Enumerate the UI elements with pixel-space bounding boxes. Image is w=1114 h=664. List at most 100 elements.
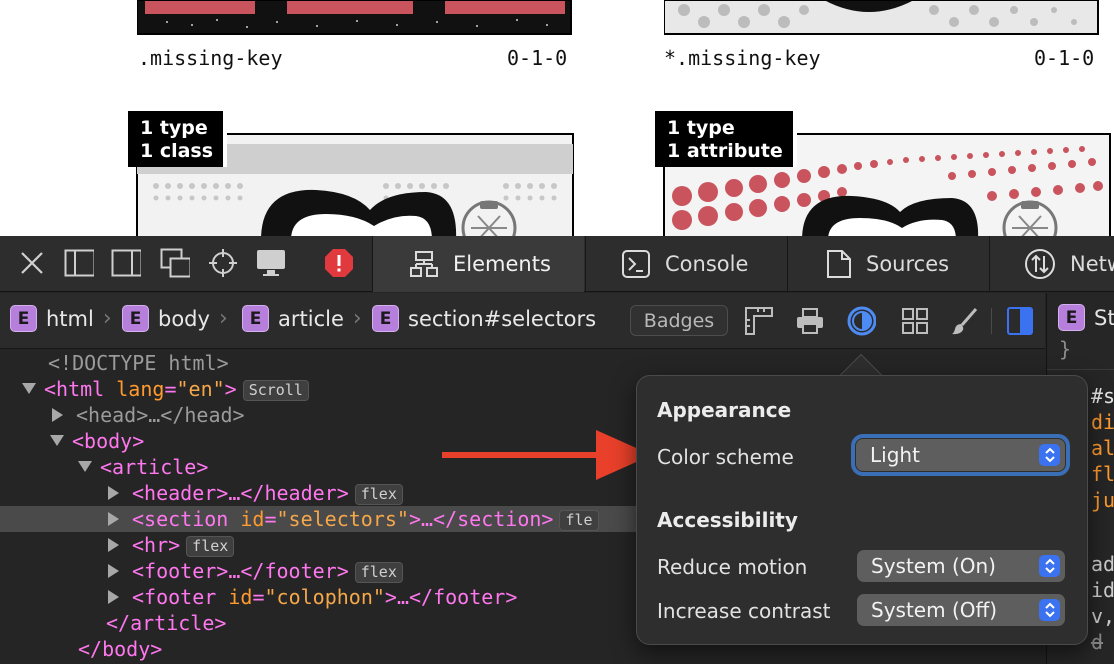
select-value: System (On) (871, 554, 996, 578)
element-badge-icon: E (372, 305, 399, 332)
breadcrumb-item-html[interactable]: E html › (10, 305, 122, 332)
dom-node-footer-colophon[interactable]: <footer id="colophon">…</footer> (0, 584, 660, 610)
style-rule[interactable]: ad id v, d (1091, 551, 1114, 655)
print-icon[interactable] (795, 306, 825, 336)
flex-badge[interactable]: flex (354, 484, 403, 505)
inspector-tab-bar: Elements Console Sources Netw (0, 236, 1114, 292)
grid-overlay-icon[interactable] (900, 306, 930, 336)
badges-button[interactable]: Badges (630, 305, 728, 336)
node-tag: >…</footer> (384, 585, 518, 609)
tab-console[interactable]: Console (585, 236, 787, 292)
rule-property: v, (1091, 604, 1114, 628)
breadcrumb-item-body[interactable]: E body › (122, 305, 238, 332)
color-scheme-select[interactable]: Light (851, 434, 1070, 476)
chevron-updown-icon (1039, 555, 1060, 577)
close-icon[interactable] (17, 248, 47, 278)
divider (1047, 369, 1114, 370)
rule-property: fl (1091, 462, 1114, 486)
card-selector-label: *.missing-key (664, 46, 821, 70)
dom-node-head[interactable]: <head>…</head> (0, 402, 660, 428)
rule-property: d (1091, 630, 1104, 654)
rule-property: al (1091, 436, 1114, 460)
disclosure-closed-icon[interactable] (108, 512, 119, 526)
tab-network[interactable]: Netw (989, 236, 1114, 292)
increase-contrast-select[interactable]: System (Off) (857, 594, 1065, 626)
paintbrush-icon[interactable] (950, 306, 980, 336)
dom-node-hr[interactable]: <hr> flex (0, 532, 660, 558)
element-picker-icon[interactable] (208, 248, 238, 278)
dom-node-article-close[interactable]: </article> (0, 610, 660, 636)
dom-node-html[interactable]: <html lang="en"> Scroll (0, 376, 660, 402)
node-tag: <article> (100, 455, 209, 479)
styles-sidebar-header[interactable]: E St (1058, 304, 1114, 331)
element-badge-icon: E (1058, 304, 1085, 331)
disclosure-open-icon[interactable] (22, 383, 36, 394)
element-badge-icon: E (122, 305, 149, 332)
specificity-badge: 1 type 1 attribute (655, 111, 797, 167)
breadcrumb-label: body (158, 306, 210, 331)
toolbar-divider (991, 308, 992, 334)
dom-node-footer[interactable]: <footer>…</footer> flex (0, 558, 660, 584)
scroll-badge[interactable]: Scroll (242, 380, 309, 401)
accessibility-heading: Accessibility (657, 508, 798, 532)
card-illustration (136, 0, 572, 35)
dock-right-icon[interactable] (111, 248, 141, 278)
badge-line: 1 attribute (667, 140, 783, 162)
flex-badge[interactable]: flex (186, 536, 235, 557)
flex-badge[interactable]: flex (354, 562, 403, 583)
reduce-motion-select[interactable]: System (On) (857, 550, 1065, 582)
card-specificity-score: 0-1-0 (507, 46, 568, 70)
node-attr: id (228, 585, 253, 609)
error-icon[interactable] (324, 248, 354, 278)
sidebar-tab-label: St (1094, 305, 1114, 330)
breadcrumb-label: html (46, 306, 94, 331)
disclosure-closed-icon[interactable] (108, 538, 119, 552)
disclosure-open-icon[interactable] (78, 461, 92, 472)
disclosure-closed-icon[interactable] (108, 486, 119, 500)
node-tag: <footer>…</footer> (132, 559, 349, 583)
element-badge-icon: E (242, 305, 269, 332)
tab-label: Sources (866, 252, 950, 276)
chevron-right-icon: › (352, 306, 362, 331)
dom-node-doctype[interactable]: <!DOCTYPE html> (0, 350, 660, 376)
select-value: Light (870, 443, 920, 467)
badge-line: 1 type (667, 117, 735, 139)
chevron-right-icon: › (102, 306, 112, 331)
card-universal-missing-key-image (663, 0, 1100, 36)
disclosure-closed-icon[interactable] (108, 564, 119, 578)
node-tag: >…</section> (408, 507, 554, 531)
flex-badge[interactable]: fle (559, 510, 599, 531)
disclosure-closed-icon[interactable] (52, 408, 63, 422)
detach-window-icon[interactable] (160, 248, 190, 278)
ruler-icon[interactable] (744, 306, 774, 336)
badge-line: 1 type (140, 117, 208, 139)
tab-sources[interactable]: Sources (787, 236, 989, 292)
tab-elements[interactable]: Elements (372, 236, 584, 292)
node-tag: </article> (106, 611, 227, 635)
details-sidebar-toggle-icon[interactable] (1005, 306, 1035, 336)
dom-node-header[interactable]: <header>…</header> flex (0, 480, 660, 506)
device-settings-icon[interactable] (255, 248, 285, 278)
appearance-icon[interactable] (846, 306, 876, 336)
disclosure-open-icon[interactable] (50, 435, 64, 446)
breadcrumb-label: section#selectors (408, 306, 597, 331)
appearance-heading: Appearance (657, 398, 792, 422)
disclosure-closed-icon[interactable] (108, 590, 119, 604)
node-text: <!DOCTYPE html> (48, 351, 229, 375)
node-attr-value: "colophon" (264, 585, 385, 609)
tab-label: Console (665, 252, 749, 276)
node-tag: <section (132, 507, 229, 531)
breadcrumb-item-section[interactable]: E section#selectors (372, 305, 596, 332)
chevron-right-icon: › (218, 306, 228, 331)
style-rule[interactable]: #s di al fl ju (1091, 383, 1114, 513)
card-missing-key-image (136, 0, 573, 36)
dom-node-section-selected[interactable]: <section id="selectors">…</section> fle (0, 506, 660, 532)
element-badge-icon: E (10, 305, 37, 332)
network-icon (1024, 248, 1056, 280)
rule-property: ad (1091, 552, 1114, 576)
breadcrumb-item-article[interactable]: E article › (242, 305, 372, 332)
dock-left-icon[interactable] (64, 248, 94, 278)
card-illustration (663, 0, 1099, 35)
elements-icon (409, 250, 439, 278)
dom-node-body-close[interactable]: </body> (0, 636, 660, 662)
